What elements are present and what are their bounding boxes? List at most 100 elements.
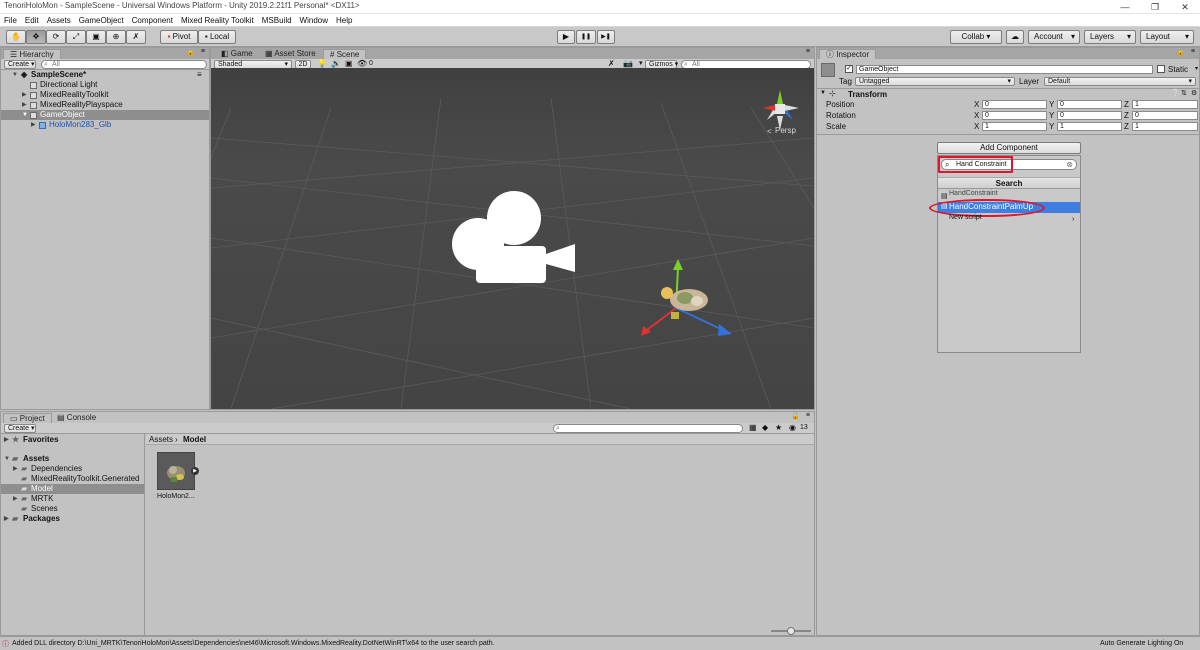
expand-asset-icon[interactable]: ▶ bbox=[191, 467, 199, 475]
transform-title[interactable]: Transform bbox=[848, 90, 887, 99]
rotate-tool-button[interactable]: ⟳ bbox=[46, 30, 66, 44]
position-z-field[interactable]: 1 bbox=[1132, 100, 1198, 109]
scale-x-label[interactable]: X bbox=[974, 122, 979, 131]
play-button[interactable]: ▶ bbox=[557, 30, 575, 44]
scale-z-field[interactable]: 1 bbox=[1132, 122, 1198, 131]
hierarchy-item-mixedrealityplayspace[interactable]: ▶ MixedRealityPlayspace bbox=[1, 100, 209, 110]
settings-icon[interactable]: ⚙ bbox=[1191, 89, 1197, 97]
expand-arrow-icon[interactable]: ▶ bbox=[4, 435, 9, 445]
rotation-z-field[interactable]: 0 bbox=[1132, 111, 1198, 120]
pause-button[interactable]: ❚❚ bbox=[576, 30, 596, 44]
tab-game[interactable]: ◧ Game bbox=[215, 49, 259, 59]
active-checkbox[interactable]: ✓ bbox=[845, 65, 853, 73]
collab-dropdown[interactable]: Collab ▾ bbox=[950, 30, 1002, 44]
project-search-input[interactable]: ⌕ bbox=[553, 424, 743, 433]
folder-scenes[interactable]: ▰ Scenes bbox=[1, 504, 144, 514]
project-create-dropdown[interactable]: Create ▾ bbox=[4, 424, 36, 433]
tab-project[interactable]: ▭ Project bbox=[3, 413, 52, 423]
expand-arrow-icon[interactable]: ▼ bbox=[4, 454, 10, 464]
layout-dropdown[interactable]: Layout ▾ bbox=[1140, 30, 1194, 44]
asset-thumbnail[interactable] bbox=[157, 452, 195, 490]
assets-row[interactable]: ▼ ▰ Assets bbox=[1, 454, 144, 464]
lighting-icon[interactable]: 💡 bbox=[317, 59, 327, 68]
clear-search-icon[interactable]: ⊗ bbox=[1066, 160, 1073, 169]
expand-arrow-icon[interactable]: ▶ bbox=[31, 120, 36, 130]
tag-dropdown[interactable]: Untagged ▾ bbox=[855, 77, 1015, 86]
breadcrumb-assets[interactable]: Assets bbox=[149, 435, 173, 444]
expand-arrow-icon[interactable]: ▶ bbox=[13, 464, 18, 474]
position-z-label[interactable]: Z bbox=[1124, 100, 1129, 109]
packages-row[interactable]: ▶ ▰ Packages bbox=[1, 514, 144, 524]
hierarchy-item-holomon[interactable]: ▶ HoloMon283_Glb bbox=[1, 120, 209, 130]
transform-tool-button[interactable]: ⊕ bbox=[106, 30, 126, 44]
breadcrumb-model[interactable]: Model bbox=[183, 435, 206, 444]
position-y-field[interactable]: 0 bbox=[1057, 100, 1122, 109]
panel-menu-icon[interactable]: ≡ bbox=[201, 48, 205, 55]
hierarchy-create-dropdown[interactable]: Create ▾ bbox=[4, 60, 36, 69]
expand-arrow-icon[interactable]: ▶ bbox=[13, 494, 18, 504]
effects-icon[interactable]: ▣ bbox=[345, 59, 353, 68]
local-toggle[interactable]: ▪ Local bbox=[198, 30, 236, 44]
chevron-down-icon[interactable]: ▾ bbox=[1195, 65, 1198, 72]
persp-label[interactable]: Persp bbox=[775, 126, 796, 135]
filter-label-icon[interactable]: ◆ bbox=[762, 423, 768, 432]
result-new-script[interactable]: New script › bbox=[938, 214, 1080, 224]
hierarchy-scene-row[interactable]: ▼ ◈ SampleScene* ≡ bbox=[1, 70, 209, 80]
menu-assets[interactable]: Assets bbox=[47, 16, 71, 25]
help-icon[interactable]: ❔ bbox=[1171, 89, 1180, 97]
scale-y-field[interactable]: 1 bbox=[1057, 122, 1122, 131]
close-button[interactable]: ✕ bbox=[1170, 0, 1200, 14]
maximize-button[interactable]: ❐ bbox=[1140, 0, 1170, 14]
rotation-x-label[interactable]: X bbox=[974, 111, 979, 120]
expand-arrow-icon[interactable]: ▼ bbox=[12, 70, 18, 80]
rotation-y-label[interactable]: Y bbox=[1049, 111, 1054, 120]
status-message[interactable]: Added DLL directory D:\Uni_MRTK\TenoriHo… bbox=[12, 640, 495, 647]
scene-menu-icon[interactable]: ≡ bbox=[197, 70, 202, 80]
menu-help[interactable]: Help bbox=[336, 16, 352, 25]
expand-arrow-icon[interactable]: ▶ bbox=[22, 90, 27, 100]
folder-model[interactable]: ▰ Model bbox=[1, 484, 144, 494]
cloud-button[interactable]: ☁ bbox=[1006, 30, 1024, 44]
folder-mrtk-generated[interactable]: ▰ MixedRealityToolkit.Generated bbox=[1, 474, 144, 484]
scale-z-label[interactable]: Z bbox=[1124, 122, 1129, 131]
menu-edit[interactable]: Edit bbox=[25, 16, 39, 25]
tools-icon[interactable]: ✗ bbox=[608, 59, 615, 68]
lock-icon[interactable]: 🔒 bbox=[1176, 48, 1185, 56]
preset-icon[interactable]: ⇅ bbox=[1181, 89, 1187, 97]
hierarchy-item-mixedrealitytoolkit[interactable]: ▶ MixedRealityToolkit bbox=[1, 90, 209, 100]
folder-mrtk[interactable]: ▶ ▰ MRTK bbox=[1, 494, 144, 504]
panel-menu-icon[interactable]: ≡ bbox=[806, 48, 810, 55]
scale-y-label[interactable]: Y bbox=[1049, 122, 1054, 131]
position-x-label[interactable]: X bbox=[974, 100, 979, 109]
visibility-icon[interactable]: ◉ bbox=[789, 423, 796, 432]
chevron-down-icon[interactable]: ▾ bbox=[639, 59, 643, 67]
hidden-objects-icon[interactable]: 👁 bbox=[357, 59, 367, 68]
static-checkbox[interactable] bbox=[1157, 65, 1165, 73]
position-x-field[interactable]: 0 bbox=[982, 100, 1047, 109]
rotation-y-field[interactable]: 0 bbox=[1057, 111, 1122, 120]
favorite-star-icon[interactable]: ★ bbox=[775, 423, 782, 432]
add-component-button[interactable]: Add Component bbox=[937, 142, 1081, 154]
object-name-field[interactable]: GameObject bbox=[856, 65, 1153, 74]
tab-scene[interactable]: # Scene bbox=[323, 49, 367, 59]
lock-icon[interactable]: 🔒 bbox=[186, 48, 195, 56]
hierarchy-item-gameobject[interactable]: ▼ GameObject bbox=[1, 110, 209, 120]
scale-x-field[interactable]: 1 bbox=[982, 122, 1047, 131]
menu-file[interactable]: File bbox=[4, 16, 17, 25]
hierarchy-search-input[interactable]: ⌕ All bbox=[41, 60, 207, 69]
rotation-z-label[interactable]: Z bbox=[1124, 111, 1129, 120]
hierarchy-item-directional-light[interactable]: Directional Light bbox=[1, 80, 209, 90]
menu-mixed-reality-toolkit[interactable]: Mixed Reality Toolkit bbox=[181, 16, 254, 25]
projection-label[interactable]: < bbox=[767, 127, 772, 136]
scene-canvas[interactable]: < bbox=[211, 68, 814, 409]
expand-arrow-icon[interactable]: ▼ bbox=[22, 110, 28, 120]
menu-gameobject[interactable]: GameObject bbox=[79, 16, 124, 25]
rotation-x-field[interactable]: 0 bbox=[982, 111, 1047, 120]
pivot-toggle[interactable]: ▪ Pivot bbox=[160, 30, 198, 44]
expand-arrow-icon[interactable]: ▶ bbox=[4, 514, 9, 524]
move-tool-button[interactable]: ✥ bbox=[26, 30, 46, 44]
folder-dependencies[interactable]: ▶ ▰ Dependencies bbox=[1, 464, 144, 474]
audio-icon[interactable]: 🔊 bbox=[331, 59, 341, 68]
asset-name[interactable]: HoloMon2... bbox=[157, 493, 195, 500]
tab-asset-store[interactable]: ▦ Asset Store bbox=[259, 49, 322, 59]
